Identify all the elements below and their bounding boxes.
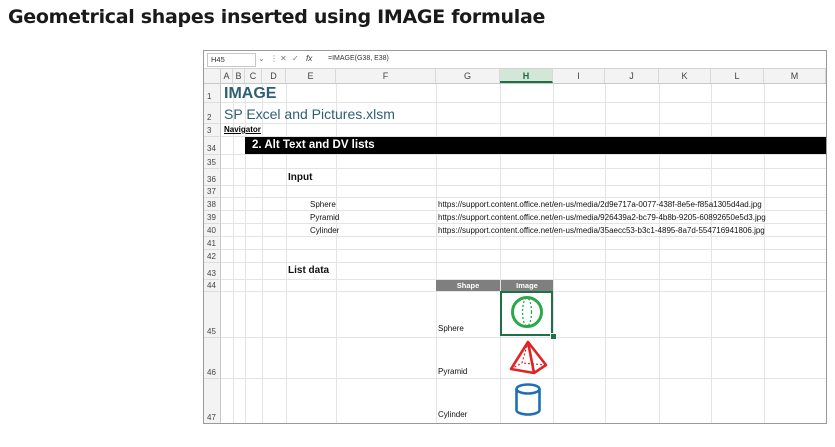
list-item-pyramid[interactable]: Pyramid: [438, 367, 467, 376]
row-header-38[interactable]: 38: [204, 198, 221, 211]
column-header-a[interactable]: A: [221, 69, 233, 83]
more-options-icon[interactable]: ⋮: [270, 53, 278, 65]
excel-window: H45 ⌄ ⋮ ✕ ✓ fx =IMAGE(G38, E38) A B C D …: [203, 50, 827, 424]
workbook-filename[interactable]: SP Excel and Pictures.xlsm: [224, 106, 395, 122]
row-header-44[interactable]: 44: [204, 280, 221, 292]
column-header-j[interactable]: J: [605, 69, 659, 83]
column-header-e[interactable]: E: [286, 69, 336, 83]
row-header-39[interactable]: 39: [204, 211, 221, 224]
column-header-c[interactable]: C: [245, 69, 262, 83]
formula-input[interactable]: =IMAGE(G38, E38): [328, 53, 389, 65]
row-header-36[interactable]: 36: [204, 169, 221, 186]
list-data-heading[interactable]: List data: [288, 265, 329, 276]
row-header-47[interactable]: 47: [204, 379, 221, 423]
row-header-37[interactable]: 37: [204, 186, 221, 198]
list-item-cylinder[interactable]: Cylinder: [438, 410, 467, 419]
row-header-3[interactable]: 3: [204, 124, 221, 137]
chevron-down-icon[interactable]: ⌄: [258, 53, 265, 65]
table-header-image[interactable]: Image: [501, 280, 553, 291]
input-heading[interactable]: Input: [288, 172, 312, 183]
name-box[interactable]: H45: [207, 53, 256, 67]
cancel-icon[interactable]: ✕: [280, 53, 287, 65]
cylinder-icon[interactable]: [513, 382, 543, 418]
table-header-shape[interactable]: Shape: [436, 280, 500, 291]
fill-handle[interactable]: [550, 333, 557, 340]
column-header-m[interactable]: M: [764, 69, 826, 83]
row-header-34[interactable]: 34: [204, 137, 221, 155]
selected-cell-h45[interactable]: [500, 291, 553, 336]
row-header-43[interactable]: 43: [204, 263, 221, 280]
input-name-pyramid[interactable]: Pyramid: [310, 213, 339, 222]
column-header-d[interactable]: D: [262, 69, 286, 83]
row-header-42[interactable]: 42: [204, 250, 221, 263]
column-header-l[interactable]: L: [711, 69, 764, 83]
row-header-2[interactable]: 2: [204, 103, 221, 124]
list-item-sphere[interactable]: Sphere: [438, 324, 464, 333]
column-header-h[interactable]: H: [500, 69, 553, 83]
row-header-35[interactable]: 35: [204, 155, 221, 169]
column-header-i[interactable]: I: [553, 69, 605, 83]
input-name-cylinder[interactable]: Cylinder: [310, 226, 339, 235]
column-header-k[interactable]: K: [659, 69, 711, 83]
sheet-title[interactable]: IMAGE: [224, 85, 276, 103]
select-all-corner[interactable]: [204, 69, 221, 83]
column-header-bar: A B C D E F G H I J K L M: [204, 69, 826, 84]
section-band-label[interactable]: 2. Alt Text and DV lists: [252, 139, 375, 151]
navigator-link[interactable]: Navigator: [224, 125, 261, 134]
column-header-b[interactable]: B: [233, 69, 245, 83]
function-icon[interactable]: fx: [306, 53, 312, 65]
row-header-40[interactable]: 40: [204, 224, 221, 237]
input-url-sphere[interactable]: https://support.content.office.net/en-us…: [438, 200, 762, 209]
row-header-41[interactable]: 41: [204, 237, 221, 250]
pyramid-icon[interactable]: [507, 339, 549, 376]
row-header-45[interactable]: 45: [204, 292, 221, 338]
column-header-f[interactable]: F: [336, 69, 436, 83]
page-heading: Geometrical shapes inserted using IMAGE …: [8, 6, 546, 28]
row-header-46[interactable]: 46: [204, 338, 221, 379]
column-header-g[interactable]: G: [436, 69, 500, 83]
confirm-icon[interactable]: ✓: [292, 53, 299, 65]
input-name-sphere[interactable]: Sphere: [310, 200, 336, 209]
row-header-1[interactable]: 1: [204, 84, 221, 103]
input-url-cylinder[interactable]: https://support.content.office.net/en-us…: [438, 226, 765, 235]
input-url-pyramid[interactable]: https://support.content.office.net/en-us…: [438, 213, 766, 222]
formula-bar: H45 ⌄ ⋮ ✕ ✓ fx =IMAGE(G38, E38): [204, 51, 826, 69]
